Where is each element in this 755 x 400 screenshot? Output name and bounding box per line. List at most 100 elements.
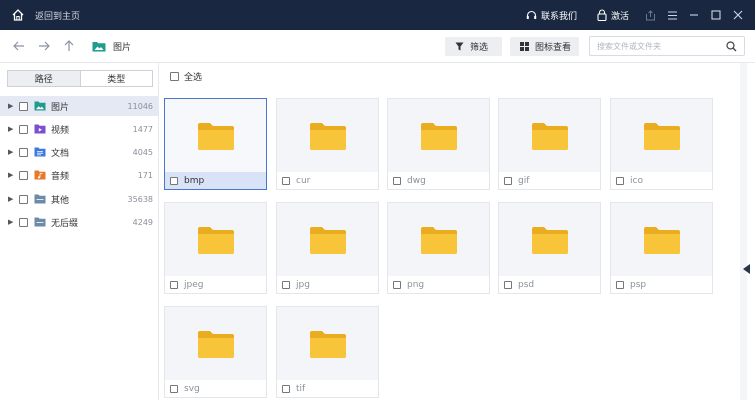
tab-path[interactable]: 路径 <box>8 71 80 86</box>
icon-view-button[interactable]: 图标查看 <box>510 37 579 56</box>
sidebar-item-videos[interactable]: ▶ 视频 1477 <box>0 119 159 139</box>
folder-card[interactable]: tif <box>276 306 379 398</box>
folder-thumbnail <box>277 203 378 276</box>
back-arrow-icon[interactable] <box>8 35 30 57</box>
folder-card[interactable]: bmp <box>164 98 267 190</box>
folder-icon <box>531 122 568 150</box>
folder-icon <box>643 226 680 254</box>
checkbox[interactable] <box>616 280 624 289</box>
checkbox[interactable] <box>19 170 28 180</box>
folder-icon <box>197 226 234 254</box>
folder-icon <box>197 122 234 150</box>
folder-card[interactable]: psd <box>498 202 601 294</box>
icon-view-label: 图标查看 <box>535 43 572 53</box>
checkbox[interactable] <box>282 280 290 289</box>
search-input[interactable] <box>597 41 727 51</box>
other-folder-icon <box>34 194 46 204</box>
breadcrumb: 图片 <box>92 40 131 53</box>
expand-caret-icon[interactable]: ▶ <box>8 125 16 133</box>
checkbox[interactable] <box>19 147 28 157</box>
folder-thumbnail <box>611 203 712 276</box>
expand-caret-icon[interactable]: ▶ <box>8 195 16 203</box>
minimize-button[interactable] <box>683 0 705 30</box>
folder-card[interactable]: svg <box>164 306 267 398</box>
scrollbar[interactable] <box>740 63 747 400</box>
close-button[interactable] <box>727 0 749 30</box>
folder-card[interactable]: psp <box>610 202 713 294</box>
sidebar-item-documents[interactable]: ▶ 文档 4045 <box>0 142 159 162</box>
filter-button[interactable]: 筛选 <box>445 37 502 56</box>
expand-caret-icon[interactable]: ▶ <box>8 218 16 226</box>
checkbox[interactable] <box>282 176 290 185</box>
expand-caret-icon[interactable]: ▶ <box>8 171 16 179</box>
collapse-panel-arrow-icon[interactable] <box>743 264 750 274</box>
folder-name: ico <box>630 175 643 186</box>
checkbox[interactable] <box>19 124 28 134</box>
folder-name: jpeg <box>184 279 204 290</box>
folder-card[interactable]: png <box>387 202 490 294</box>
checkbox[interactable] <box>393 176 401 185</box>
checkbox[interactable] <box>19 101 28 111</box>
folder-card[interactable]: cur <box>276 98 379 190</box>
folder-icon <box>309 330 346 358</box>
tab-type[interactable]: 类型 <box>79 71 152 86</box>
folder-name: bmp <box>184 175 205 186</box>
expand-caret-icon[interactable]: ▶ <box>8 102 16 110</box>
checkbox[interactable] <box>170 280 178 289</box>
folder-card[interactable]: dwg <box>387 98 490 190</box>
image-folder-icon <box>92 41 106 51</box>
checkbox[interactable] <box>19 194 28 204</box>
view-mode-segmented-control: 路径 类型 <box>7 70 153 87</box>
checkbox[interactable] <box>282 384 290 393</box>
item-count: 171 <box>137 170 153 180</box>
sidebar-item-label: 无后缀 <box>51 218 79 229</box>
folder-card[interactable]: jpg <box>276 202 379 294</box>
export-icon[interactable] <box>639 0 661 30</box>
home-icon[interactable] <box>11 8 25 22</box>
folder-thumbnail <box>388 203 489 276</box>
sidebar-item-no-extension[interactable]: ▶ 无后缀 4249 <box>0 212 159 232</box>
up-arrow-icon[interactable] <box>58 35 80 57</box>
menu-icon[interactable] <box>661 0 683 30</box>
folder-thumbnail <box>277 307 378 380</box>
checkbox[interactable] <box>19 217 28 227</box>
lock-icon <box>597 9 607 21</box>
title-bar: 返回到主页 联系我们 激活 <box>0 0 755 30</box>
item-count: 1477 <box>132 124 153 134</box>
folder-thumbnail <box>499 203 600 276</box>
sidebar-item-audio[interactable]: ▶ 音频 171 <box>0 165 159 185</box>
grid-view-icon <box>520 42 529 51</box>
sidebar-item-label: 图片 <box>51 102 70 113</box>
search-icon[interactable] <box>726 41 737 52</box>
select-all[interactable]: 全选 <box>170 70 202 83</box>
contact-us-button[interactable]: 联系我们 <box>526 9 577 22</box>
expand-caret-icon[interactable]: ▶ <box>8 148 16 156</box>
folder-card[interactable]: ico <box>610 98 713 190</box>
maximize-button[interactable] <box>705 0 727 30</box>
sidebar-item-label: 音频 <box>51 171 70 182</box>
checkbox[interactable] <box>616 176 624 185</box>
sidebar-item-label: 文档 <box>51 148 70 159</box>
folder-thumbnail <box>277 99 378 172</box>
item-count: 11046 <box>127 101 153 111</box>
checkbox[interactable] <box>393 280 401 289</box>
select-all-checkbox[interactable] <box>170 72 179 81</box>
activate-button[interactable]: 激活 <box>597 9 629 22</box>
contact-us-label: 联系我们 <box>540 11 577 22</box>
back-to-home-link[interactable]: 返回到主页 <box>35 9 80 22</box>
checkbox[interactable] <box>170 176 178 185</box>
checkbox[interactable] <box>504 280 512 289</box>
folder-name: jpg <box>296 279 310 290</box>
filter-label: 筛选 <box>470 43 489 53</box>
folder-name: dwg <box>407 175 426 186</box>
forward-arrow-icon[interactable] <box>33 35 55 57</box>
sidebar-item-other[interactable]: ▶ 其他 35638 <box>0 189 159 209</box>
select-all-label: 全选 <box>184 73 203 83</box>
folder-card[interactable]: gif <box>498 98 601 190</box>
checkbox[interactable] <box>170 384 178 393</box>
folder-card[interactable]: jpeg <box>164 202 267 294</box>
sidebar: 路径 类型 ▶ 图片 11046 ▶ 视频 1477 ▶ 文档 4045 ▶ 音… <box>0 63 159 400</box>
checkbox[interactable] <box>504 176 512 185</box>
sidebar-item-images[interactable]: ▶ 图片 11046 <box>0 96 159 116</box>
folder-name: png <box>407 279 425 290</box>
